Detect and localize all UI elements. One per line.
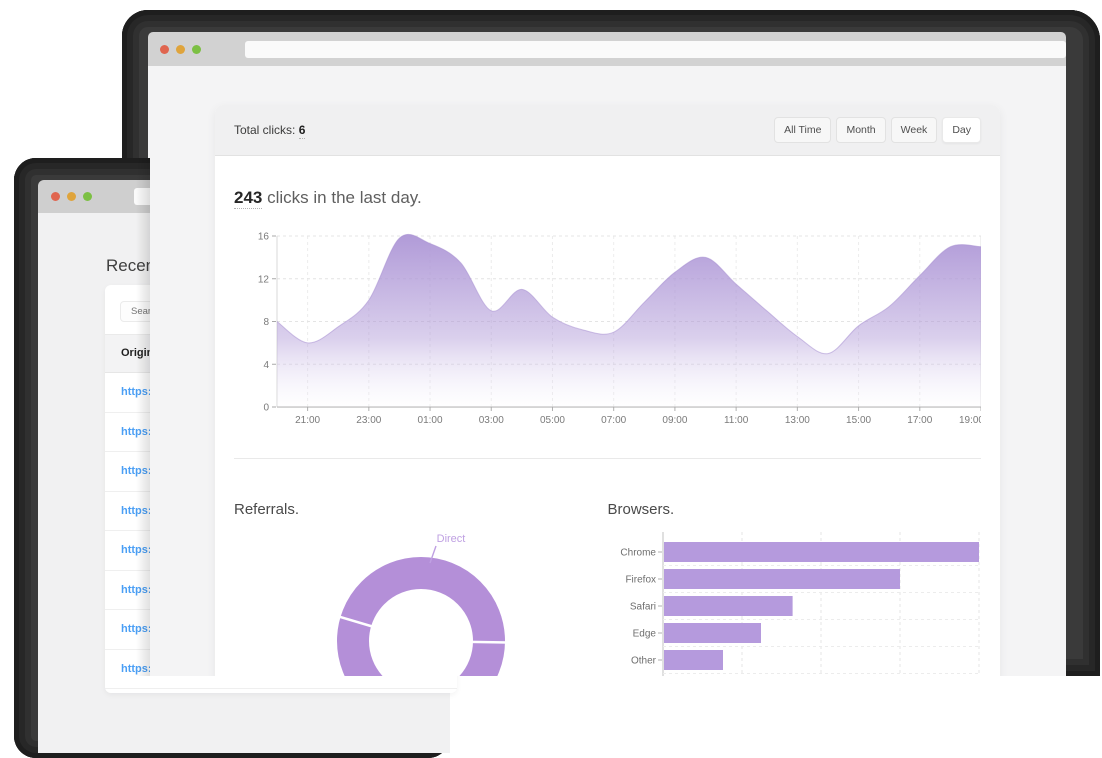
svg-text:01:00: 01:00 <box>418 415 443 426</box>
url-input[interactable] <box>245 41 1067 58</box>
svg-text:21:00: 21:00 <box>295 415 320 426</box>
analytics-card-header: Total clicks: 6 All TimeMonthWeekDay <box>215 105 1000 156</box>
minimize-window-icon[interactable] <box>176 45 185 54</box>
svg-text:12: 12 <box>258 274 270 285</box>
total-clicks-value: 6 <box>299 123 306 139</box>
browsers-title: Browsers. <box>608 501 982 518</box>
svg-text:0: 0 <box>263 403 269 414</box>
section-divider <box>234 458 981 459</box>
analytics-card: Total clicks: 6 All TimeMonthWeekDay 243… <box>215 105 1000 758</box>
window-controls <box>148 45 201 54</box>
browsers-section: Browsers. Chrome Firefox Safari Edge Other <box>608 501 982 758</box>
range-buttons: All TimeMonthWeekDay <box>774 117 981 143</box>
total-clicks-text: Total clicks: <box>234 123 295 137</box>
svg-text:Edge: Edge <box>632 629 656 640</box>
range-button-week[interactable]: Week <box>891 117 938 143</box>
front-window-shadow <box>136 158 150 676</box>
range-button-day[interactable]: Day <box>942 117 981 143</box>
minimize-window-icon[interactable] <box>67 192 76 201</box>
svg-text:Other: Other <box>630 656 656 667</box>
browsers-bar-chart: Chrome Firefox Safari Edge Other <box>608 528 981 688</box>
analytics-card-body: 243 clicks in the last day. 21:0023:0001… <box>215 188 1000 758</box>
dashboard-page: Total clicks: 6 All TimeMonthWeekDay 243… <box>148 66 1066 676</box>
svg-text:4: 4 <box>263 360 269 371</box>
svg-text:03:00: 03:00 <box>479 415 504 426</box>
maximize-window-icon[interactable] <box>192 45 201 54</box>
svg-text:15:00: 15:00 <box>846 415 871 426</box>
range-button-all-time[interactable]: All Time <box>774 117 831 143</box>
svg-text:11:00: 11:00 <box>724 415 749 426</box>
svg-text:07:00: 07:00 <box>601 415 626 426</box>
clicks-headline-value: 243 <box>234 188 262 209</box>
svg-text:05:00: 05:00 <box>540 415 565 426</box>
referrals-title: Referrals. <box>234 501 608 518</box>
svg-text:09:00: 09:00 <box>662 415 687 426</box>
range-button-month[interactable]: Month <box>836 117 885 143</box>
svg-text:17:00: 17:00 <box>907 415 932 426</box>
close-window-icon[interactable] <box>160 45 169 54</box>
front-window-titlebar <box>148 32 1066 66</box>
svg-text:8: 8 <box>263 317 269 328</box>
svg-text:Firefox: Firefox <box>625 575 656 586</box>
svg-text:16: 16 <box>258 232 270 243</box>
svg-text:Safari: Safari <box>629 602 655 613</box>
clicks-headline: 243 clicks in the last day. <box>234 188 981 208</box>
svg-text:Chrome: Chrome <box>620 548 656 559</box>
window-controls <box>38 192 92 201</box>
svg-text:Direct: Direct <box>437 533 466 545</box>
front-browser-window: Total clicks: 6 All TimeMonthWeekDay 243… <box>122 10 1100 676</box>
close-window-icon[interactable] <box>51 192 60 201</box>
svg-text:13:00: 13:00 <box>785 415 810 426</box>
clicks-headline-text: clicks in the last day. <box>267 188 422 207</box>
svg-text:19:00: 19:00 <box>959 415 981 426</box>
svg-text:23:00: 23:00 <box>356 415 381 426</box>
total-clicks-label: Total clicks: 6 <box>234 123 305 137</box>
maximize-window-icon[interactable] <box>83 192 92 201</box>
clicks-area-chart: 21:00 23:00 01:00 03:00 05:00 07:00 09:00 11:00… <box>234 228 981 428</box>
